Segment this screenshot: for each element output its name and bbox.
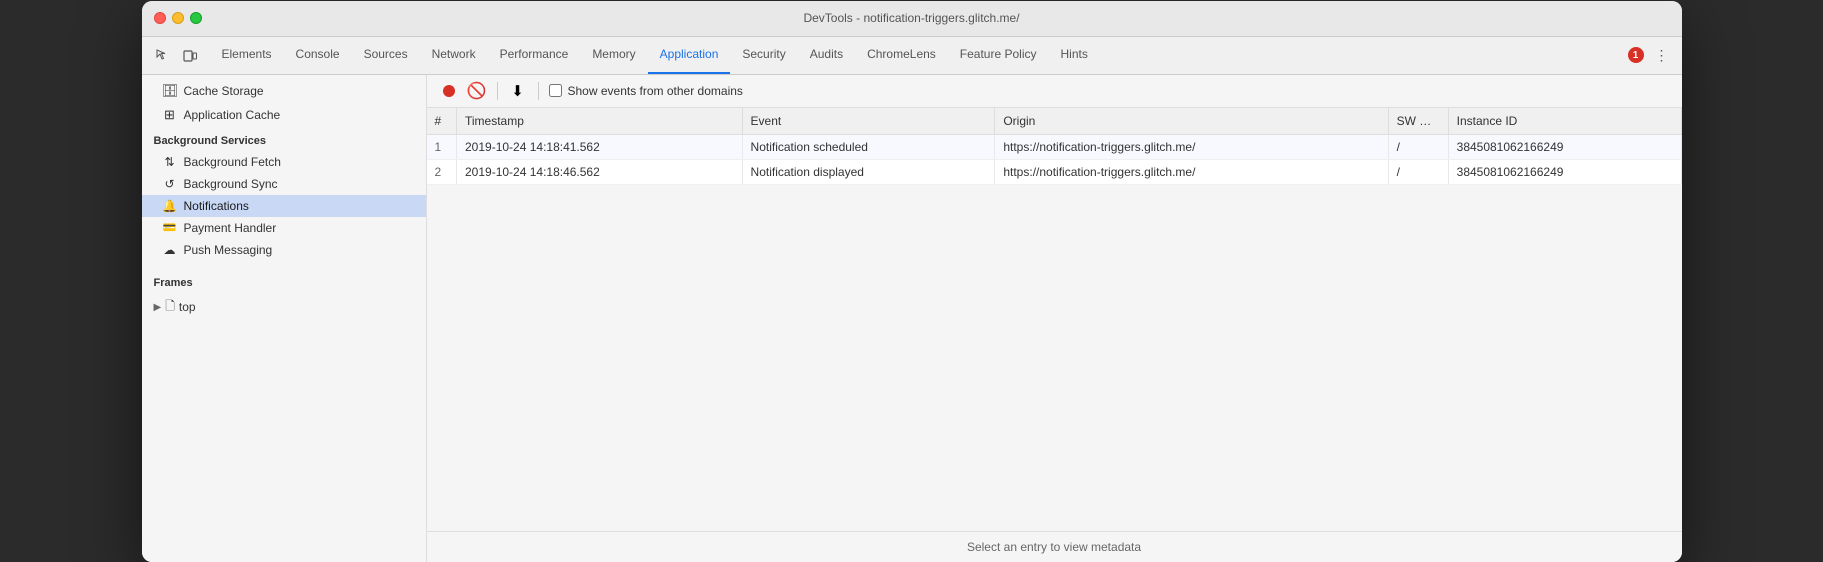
notifications-icon: 🔔 bbox=[162, 199, 178, 213]
error-badge[interactable]: 1 bbox=[1628, 47, 1644, 63]
tab-application[interactable]: Application bbox=[648, 37, 731, 74]
col-header-instance-id[interactable]: Instance ID bbox=[1448, 108, 1681, 135]
cell-event-2: Notification displayed bbox=[742, 159, 995, 184]
sidebar-label-application-cache: Application Cache bbox=[184, 108, 281, 122]
cell-num-2: 2 bbox=[427, 159, 457, 184]
devtools-body: 🗄 Cache Storage ⊞ Application Cache Back… bbox=[142, 75, 1682, 562]
close-button[interactable] bbox=[154, 12, 166, 24]
table-header-row: # Timestamp Event Origin SW … Instance I… bbox=[427, 108, 1682, 135]
show-events-label[interactable]: Show events from other domains bbox=[549, 84, 743, 98]
sidebar-label-push-messaging: Push Messaging bbox=[184, 243, 273, 257]
cell-sw-2: / bbox=[1388, 159, 1448, 184]
sidebar-item-background-fetch[interactable]: ⇅ Background Fetch bbox=[142, 151, 426, 173]
notifications-toolbar: 🚫 ⬇ Show events from other domains bbox=[427, 75, 1682, 108]
sidebar-label-payment-handler: Payment Handler bbox=[184, 221, 277, 235]
cell-origin-2: https://notification-triggers.glitch.me/ bbox=[995, 159, 1388, 184]
error-count: 1 bbox=[1628, 47, 1644, 63]
table-row[interactable]: 1 2019-10-24 14:18:41.562 Notification s… bbox=[427, 134, 1682, 159]
titlebar: DevTools - notification-triggers.glitch.… bbox=[142, 1, 1682, 37]
metadata-bar: Select an entry to view metadata bbox=[427, 531, 1682, 562]
background-sync-icon: ↺ bbox=[162, 177, 178, 191]
application-cache-icon: ⊞ bbox=[162, 107, 178, 123]
devtools-icon-group bbox=[150, 43, 202, 67]
tab-sources[interactable]: Sources bbox=[352, 37, 420, 74]
sidebar-item-payment-handler[interactable]: 💳 Payment Handler bbox=[142, 217, 426, 239]
more-options-icon[interactable]: ⋮ bbox=[1650, 43, 1674, 67]
sidebar-item-push-messaging[interactable]: ☁ Push Messaging bbox=[142, 239, 426, 261]
chevron-right-icon: ▶ bbox=[154, 302, 162, 313]
cache-storage-icon: 🗄 bbox=[162, 83, 178, 99]
col-header-origin[interactable]: Origin bbox=[995, 108, 1388, 135]
inspect-icon[interactable] bbox=[150, 43, 174, 67]
save-button[interactable]: ⬇ bbox=[508, 81, 528, 101]
tab-memory[interactable]: Memory bbox=[580, 37, 647, 74]
cell-timestamp-1: 2019-10-24 14:18:41.562 bbox=[457, 134, 743, 159]
tab-hints[interactable]: Hints bbox=[1049, 37, 1100, 74]
tab-audits[interactable]: Audits bbox=[798, 37, 855, 74]
sidebar-item-notifications[interactable]: 🔔 Notifications bbox=[142, 195, 426, 217]
window-title: DevTools - notification-triggers.glitch.… bbox=[803, 11, 1019, 25]
col-header-timestamp[interactable]: Timestamp bbox=[457, 108, 743, 135]
col-header-sw[interactable]: SW … bbox=[1388, 108, 1448, 135]
table-row[interactable]: 2 2019-10-24 14:18:46.562 Notification d… bbox=[427, 159, 1682, 184]
cell-sw-1: / bbox=[1388, 134, 1448, 159]
table-body: 1 2019-10-24 14:18:41.562 Notification s… bbox=[427, 134, 1682, 184]
minimize-button[interactable] bbox=[172, 12, 184, 24]
cell-num-1: 1 bbox=[427, 134, 457, 159]
devtools-tabbar: Elements Console Sources Network Perform… bbox=[142, 37, 1682, 75]
device-toggle-icon[interactable] bbox=[178, 43, 202, 67]
background-fetch-icon: ⇅ bbox=[162, 155, 178, 169]
show-events-checkbox[interactable] bbox=[549, 84, 562, 97]
tab-feature-policy[interactable]: Feature Policy bbox=[948, 37, 1049, 74]
cell-origin-1: https://notification-triggers.glitch.me/ bbox=[995, 134, 1388, 159]
sidebar-label-background-fetch: Background Fetch bbox=[184, 155, 281, 169]
cell-instance-id-1: 3845081062166249 bbox=[1448, 134, 1681, 159]
notifications-table-container: # Timestamp Event Origin SW … Instance I… bbox=[427, 108, 1682, 531]
cell-event-1: Notification scheduled bbox=[742, 134, 995, 159]
tab-list: Elements Console Sources Network Perform… bbox=[210, 37, 1628, 74]
col-header-event[interactable]: Event bbox=[742, 108, 995, 135]
record-button[interactable] bbox=[439, 81, 459, 101]
sidebar-label-cache-storage: Cache Storage bbox=[184, 84, 264, 98]
frames-item-top[interactable]: ▶ 🗋 top bbox=[142, 293, 426, 322]
sidebar-item-cache-storage[interactable]: 🗄 Cache Storage bbox=[142, 79, 426, 103]
push-messaging-icon: ☁ bbox=[162, 243, 178, 257]
tab-performance[interactable]: Performance bbox=[488, 37, 581, 74]
sidebar-label-notifications: Notifications bbox=[184, 199, 249, 213]
frames-label-top: top bbox=[179, 300, 196, 314]
sidebar-item-application-cache[interactable]: ⊞ Application Cache bbox=[142, 103, 426, 127]
sidebar-item-background-sync[interactable]: ↺ Background Sync bbox=[142, 173, 426, 195]
frame-icon: 🗋 bbox=[165, 297, 175, 318]
traffic-lights bbox=[154, 12, 202, 24]
sidebar-label-background-sync: Background Sync bbox=[184, 177, 278, 191]
tab-network[interactable]: Network bbox=[420, 37, 488, 74]
block-icon[interactable]: 🚫 bbox=[467, 81, 487, 101]
devtools-right-controls: 1 ⋮ bbox=[1628, 43, 1674, 67]
background-services-label: Background Services bbox=[142, 127, 426, 151]
toolbar-divider-2 bbox=[538, 82, 539, 100]
notifications-table: # Timestamp Event Origin SW … Instance I… bbox=[427, 108, 1682, 185]
tab-security[interactable]: Security bbox=[730, 37, 797, 74]
show-events-text: Show events from other domains bbox=[568, 84, 743, 98]
devtools-window: DevTools - notification-triggers.glitch.… bbox=[142, 1, 1682, 562]
main-panel: 🚫 ⬇ Show events from other domains # Tim… bbox=[427, 75, 1682, 562]
col-header-num: # bbox=[427, 108, 457, 135]
cell-instance-id-2: 3845081062166249 bbox=[1448, 159, 1681, 184]
tab-chromelens[interactable]: ChromeLens bbox=[855, 37, 948, 74]
payment-handler-icon: 💳 bbox=[162, 221, 178, 234]
frames-section: Frames ▶ 🗋 top bbox=[142, 269, 426, 322]
sidebar: 🗄 Cache Storage ⊞ Application Cache Back… bbox=[142, 75, 427, 562]
cell-timestamp-2: 2019-10-24 14:18:46.562 bbox=[457, 159, 743, 184]
toolbar-divider bbox=[497, 82, 498, 100]
maximize-button[interactable] bbox=[190, 12, 202, 24]
metadata-text: Select an entry to view metadata bbox=[967, 540, 1141, 554]
frames-label: Frames bbox=[142, 269, 426, 293]
tab-elements[interactable]: Elements bbox=[210, 37, 284, 74]
tab-console[interactable]: Console bbox=[284, 37, 352, 74]
